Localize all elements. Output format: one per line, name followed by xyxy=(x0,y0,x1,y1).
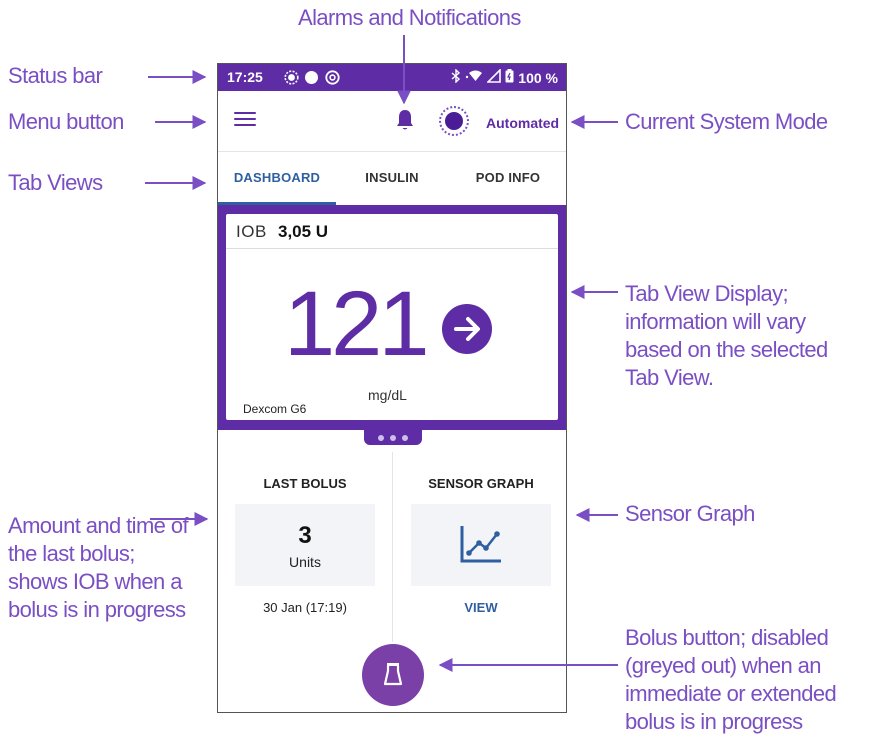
callout-amount-time: Amount and time of the last bolus; shows… xyxy=(8,513,189,622)
battery-icon xyxy=(505,69,514,86)
panel-divider xyxy=(392,452,393,642)
tab-pod-info[interactable]: POD INFO xyxy=(448,152,566,204)
callout-tab-view-display: Tab View Display; information will vary … xyxy=(625,281,828,390)
iob-row: IOB 3,05 U xyxy=(226,214,558,249)
pod-icon xyxy=(383,663,403,686)
mode-label: Automated xyxy=(486,115,560,131)
callout-status-bar: Status bar xyxy=(8,63,103,88)
bluetooth-icon xyxy=(451,68,461,86)
last-bolus-unit: Units xyxy=(289,554,321,570)
notification-icon xyxy=(284,70,299,88)
sensor-graph-view-link[interactable]: VIEW xyxy=(411,600,551,615)
at-icon xyxy=(325,70,340,88)
battery-level: 100 % xyxy=(518,69,558,86)
status-time: 17:25 xyxy=(227,69,263,85)
last-bolus-amount: 3 xyxy=(298,522,312,549)
last-bolus-time: 30 Jan (17:19) xyxy=(263,600,347,615)
menu-icon xyxy=(234,112,256,114)
last-bolus-title: LAST BOLUS xyxy=(263,476,347,491)
tab-view-display: IOB 3,05 U 121 mg/dL Dexcom G6 xyxy=(218,205,566,430)
glucose-unit: mg/dL xyxy=(368,387,407,403)
iob-label: IOB xyxy=(236,222,267,241)
sensor-graph-box[interactable] xyxy=(411,504,551,586)
page-dot xyxy=(378,434,384,441)
callout-alarms: Alarms and Notifications xyxy=(298,5,521,30)
signal-icon xyxy=(486,68,502,86)
sensor-graph-title: SENSOR GRAPH xyxy=(428,476,534,491)
tab-bar: DASHBOARD INSULIN POD INFO xyxy=(218,152,566,204)
sensor-name: Dexcom G6 xyxy=(243,402,307,416)
iob-value: 3,05 U xyxy=(278,222,329,241)
callout-bolus-button: Bolus button; disabled (greyed out) when… xyxy=(625,625,837,734)
callout-system-mode: Current System Mode xyxy=(625,109,828,134)
last-bolus-box: 3 Units xyxy=(235,504,375,586)
circle-icon xyxy=(305,71,318,84)
callout-menu-button: Menu button xyxy=(8,109,124,134)
callout-tab-views: Tab Views xyxy=(8,170,103,195)
page-dot xyxy=(402,434,408,441)
callout-sensor-graph: Sensor Graph xyxy=(625,501,755,526)
tab-dashboard[interactable]: DASHBOARD xyxy=(218,152,336,204)
status-bar: 17:25 100 % xyxy=(218,64,566,91)
page-dot xyxy=(390,434,396,441)
mode-icon[interactable] xyxy=(439,106,469,136)
phone-screen: 17:25 100 % Automated DASHBOARD INSULIN … xyxy=(217,63,567,713)
line-chart-icon xyxy=(460,526,501,563)
wifi-icon xyxy=(465,69,483,86)
page-indicator[interactable] xyxy=(364,430,422,445)
glucose-card: IOB 3,05 U 121 mg/dL Dexcom G6 xyxy=(226,214,558,420)
bolus-button[interactable] xyxy=(362,644,424,706)
menu-button[interactable] xyxy=(234,112,256,130)
glucose-value: 121 xyxy=(284,273,429,375)
app-bar: Automated xyxy=(218,91,566,152)
bell-icon[interactable] xyxy=(396,109,414,136)
arrow-right-icon[interactable] xyxy=(442,304,492,354)
tab-insulin[interactable]: INSULIN xyxy=(336,152,448,204)
